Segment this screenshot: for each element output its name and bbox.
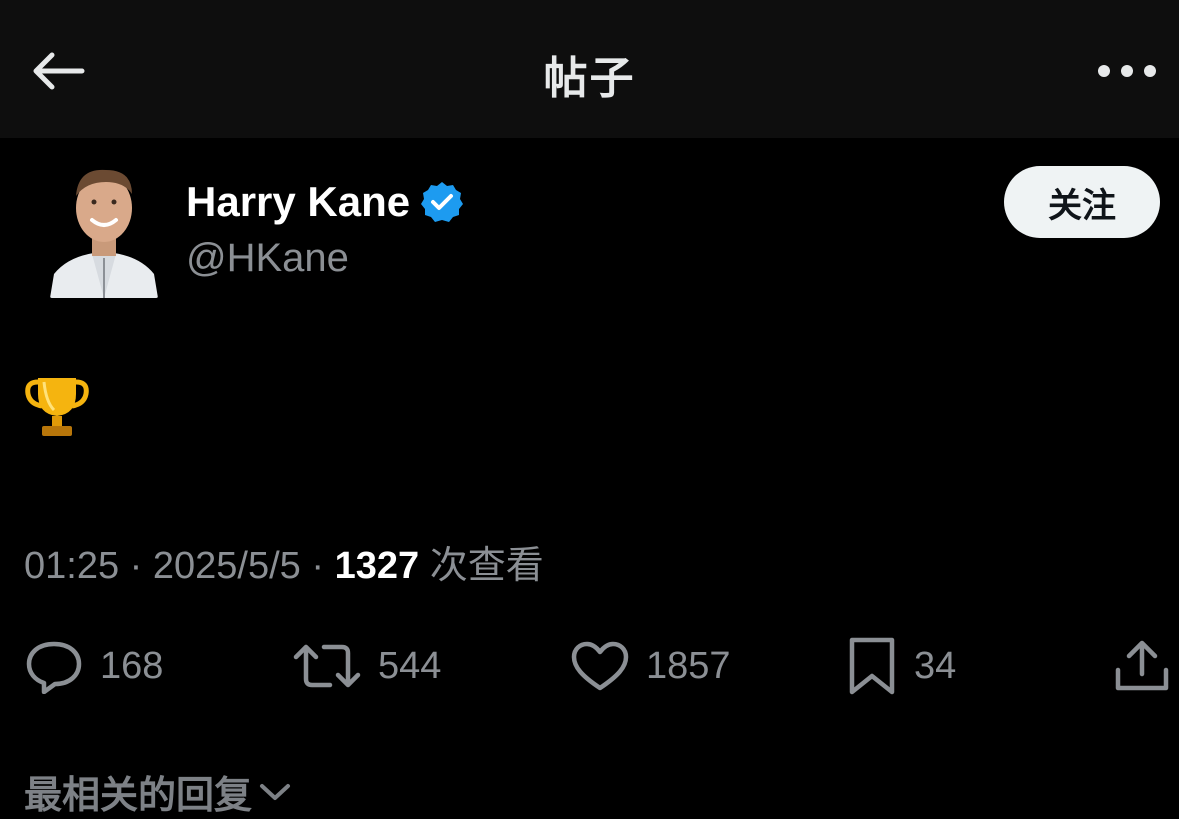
post-time: 01:25 <box>24 545 120 587</box>
top-bar: 帖子 <box>0 0 1179 138</box>
repost-count: 544 <box>378 644 442 687</box>
views-count[interactable]: 1327 <box>335 545 420 587</box>
bookmark-count: 34 <box>914 644 957 687</box>
page-title: 帖子 <box>543 54 636 103</box>
like-count: 1857 <box>646 644 731 687</box>
author-handle[interactable]: @HKane <box>186 236 349 281</box>
heart-icon <box>571 641 629 691</box>
post-date: 2025/5/5 <box>152 545 301 587</box>
repost-icon <box>293 644 361 688</box>
reply-button[interactable]: 168 <box>24 636 163 696</box>
verified-badge-icon <box>421 182 464 222</box>
views-label: 次查看 <box>429 545 544 587</box>
more-horizontal-icon <box>1098 65 1156 77</box>
more-options-button[interactable] <box>1092 52 1162 90</box>
author-name-row[interactable]: Harry Kane <box>186 178 464 226</box>
reply-icon <box>26 641 82 694</box>
trophy-icon <box>25 378 89 436</box>
share-button[interactable] <box>1112 636 1172 696</box>
bookmark-button[interactable]: 34 <box>846 636 956 696</box>
follow-button[interactable]: 关注 <box>1004 166 1160 238</box>
avatar-photo <box>50 162 158 298</box>
like-button[interactable]: 1857 <box>570 636 731 696</box>
repost-button[interactable]: 544 <box>292 636 441 696</box>
author-display-name[interactable]: Harry Kane <box>186 178 410 226</box>
post-metadata: 01:25 · 2025/5/5 · 1327 次查看 <box>24 534 544 589</box>
bookmark-icon <box>849 637 895 695</box>
share-icon <box>1115 640 1169 691</box>
meta-separator: · <box>311 545 325 587</box>
avatar[interactable] <box>50 162 158 298</box>
meta-separator: · <box>129 545 143 587</box>
reply-count: 168 <box>100 644 164 687</box>
replies-sort-dropdown[interactable]: 最相关的回复 <box>24 764 292 819</box>
replies-sort-label: 最相关的回复 <box>24 773 253 817</box>
chevron-down-icon <box>260 783 291 800</box>
post-content <box>24 372 96 444</box>
